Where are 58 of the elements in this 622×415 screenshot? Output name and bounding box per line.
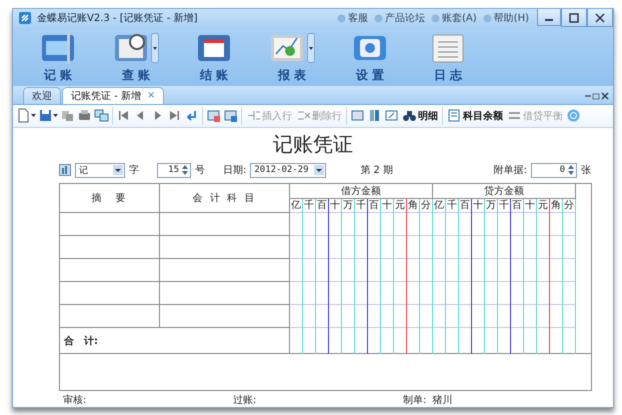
unit-header: 百 (316, 198, 328, 212)
unit-header: 千 (354, 198, 368, 212)
unit-header: 角 (550, 198, 563, 212)
unit-header: 元 (536, 198, 550, 212)
column-header: 贷方金额 (432, 184, 576, 198)
window-title: 金蝶易记账V2.3 - [记账凭证 - 新增] (37, 12, 198, 26)
unit-header: 万 (484, 198, 498, 212)
field-label: 张 (581, 164, 591, 177)
unit-header: 分 (562, 198, 576, 212)
unit-header: 百 (458, 198, 472, 212)
unit-header: 亿 (290, 198, 302, 212)
signature-label: 审核: (63, 394, 86, 407)
unit-header: 分 (420, 198, 433, 212)
menu-link[interactable]: 客服 (348, 11, 368, 26)
unit-header: 百 (368, 198, 380, 212)
menu-link[interactable]: 账套(A) (442, 11, 477, 26)
unit-header: 元 (394, 198, 406, 212)
attachments-spinner[interactable]: 0 (531, 162, 577, 178)
unit-header: 千 (498, 198, 511, 212)
unit-header: 百 (510, 198, 524, 212)
column-header: 会 计 科 目 (160, 184, 290, 212)
voucher-title: 记账凭证 (272, 131, 354, 158)
unit-header: 角 (406, 198, 420, 212)
ribbon-button[interactable]: 记 账 (29, 32, 87, 84)
unit-header: 千 (302, 198, 316, 212)
ribbon-button[interactable]: 设 置 (341, 32, 399, 84)
field-label: 号 (195, 164, 205, 177)
unit-header: 千 (446, 198, 459, 212)
unit-header: 十 (380, 198, 394, 212)
number-spinner[interactable]: 15 (157, 162, 191, 178)
toolbar-button[interactable]: 科目余额 (445, 108, 505, 124)
unit-header: 万 (342, 198, 354, 212)
signature-value: 猪川 (432, 394, 452, 407)
date-picker[interactable]: 2012-02-29 (250, 162, 326, 178)
unit-header: 十 (472, 198, 485, 212)
period-label: 第 2 期 (360, 164, 394, 177)
signature-label: 过账: (233, 394, 256, 407)
menu-link[interactable]: 产品论坛 (385, 11, 426, 26)
unit-header: 十 (328, 198, 342, 212)
unit-header: 亿 (432, 198, 446, 212)
tab-close-button[interactable]: × (146, 90, 156, 102)
word-dropdown[interactable]: 记 (75, 162, 125, 178)
field-label: 附单据: (494, 164, 527, 177)
column-header: 摘 要 (60, 184, 160, 212)
total-label: 合 计: (64, 336, 98, 346)
field-label: 字 (129, 164, 139, 177)
ribbon-button[interactable]: 查 账 (107, 32, 165, 84)
ribbon-button[interactable]: 日 志 (419, 32, 477, 84)
column-header: 借方金额 (290, 184, 433, 198)
tab[interactable]: 记账凭证 - 新增 × (62, 86, 164, 104)
tab[interactable]: 欢迎 (23, 86, 61, 104)
field-label: 日期: (223, 164, 246, 177)
signature-label: 制单: (403, 394, 426, 407)
ribbon-button[interactable]: 结 账 (185, 32, 243, 84)
toolbar-button[interactable]: 明细 (400, 108, 440, 124)
ribbon-button[interactable]: 报 表 (263, 32, 321, 84)
unit-header: 十 (524, 198, 537, 212)
menu-link[interactable]: 帮助(H) (494, 11, 529, 26)
